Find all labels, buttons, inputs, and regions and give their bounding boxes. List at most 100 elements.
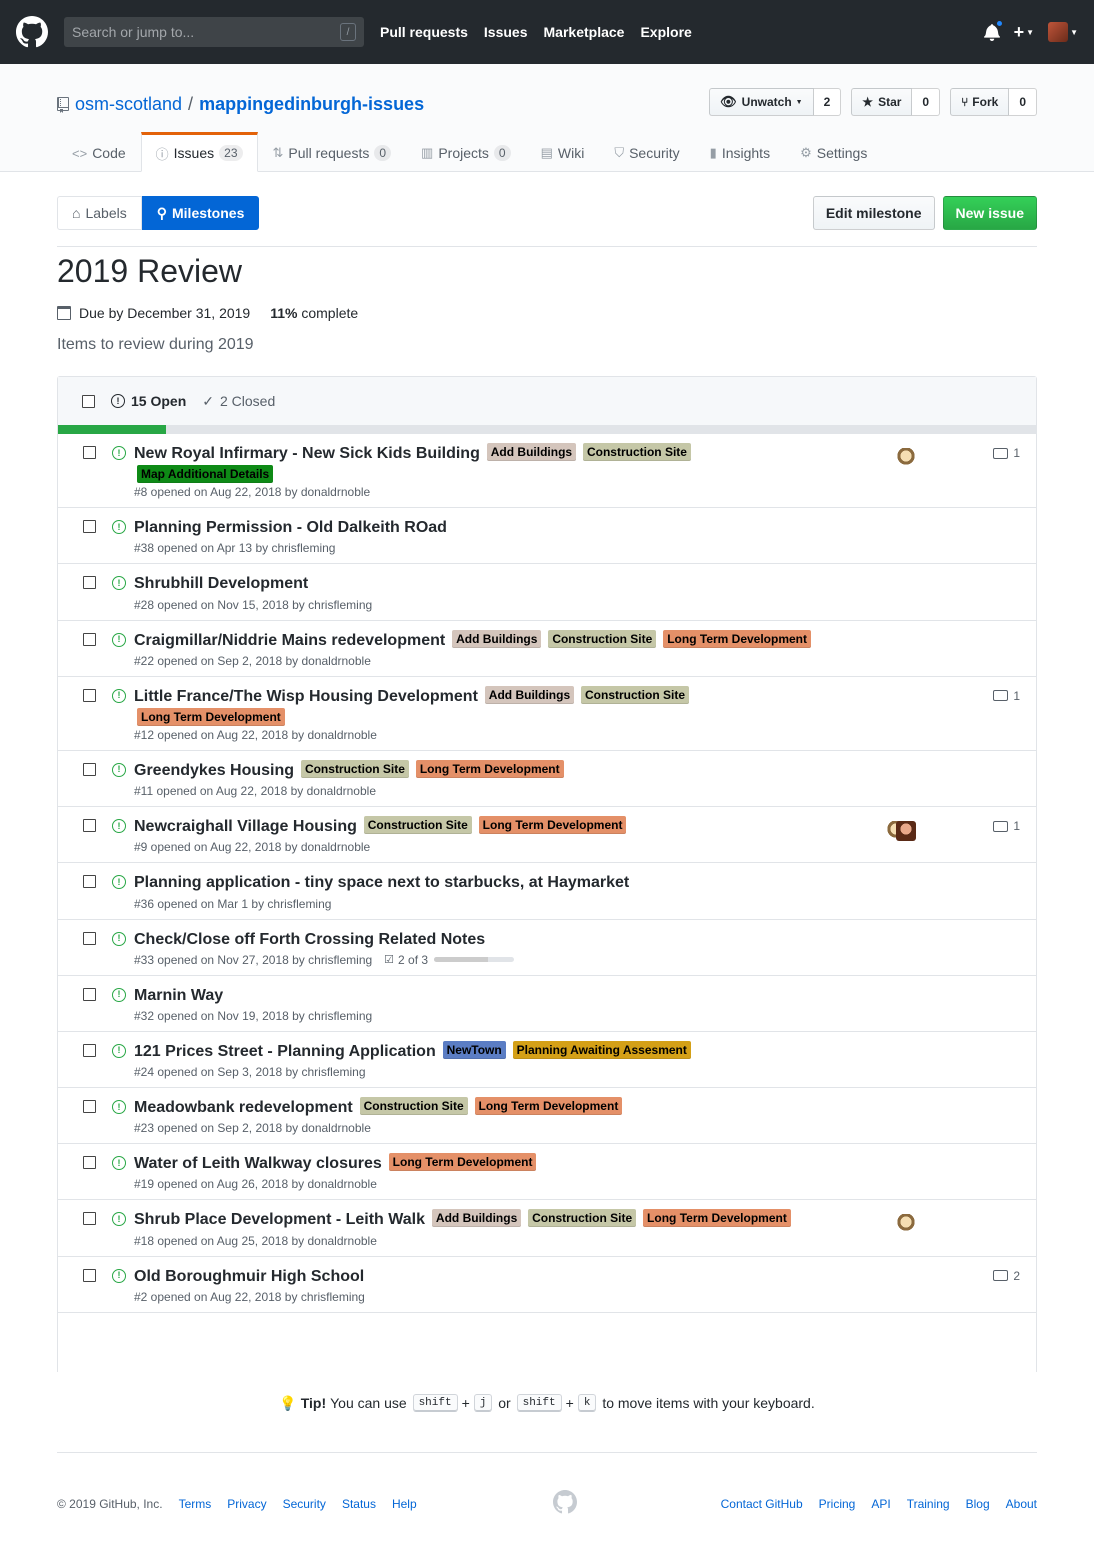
issue-label[interactable]: Long Term Development bbox=[474, 1097, 623, 1116]
assignee-avatars[interactable] bbox=[896, 448, 916, 468]
tab-security[interactable]: ⛉ Security bbox=[599, 132, 694, 172]
tab-insights[interactable]: ▮ Insights bbox=[695, 132, 785, 172]
open-issues-filter[interactable]: ! 15 Open bbox=[111, 393, 186, 409]
assignee-avatars[interactable] bbox=[896, 1214, 916, 1235]
issue-label[interactable]: Map Additional Details bbox=[137, 465, 274, 484]
issue-label[interactable]: Add Buildings bbox=[452, 629, 542, 648]
issue-label[interactable]: Long Term Development bbox=[478, 816, 627, 835]
issue-title-link[interactable]: 121 Prices Street - Planning Application bbox=[134, 1043, 436, 1060]
issue-label[interactable]: Long Term Development bbox=[137, 707, 285, 726]
footer-link-training[interactable]: Training bbox=[907, 1497, 950, 1511]
milestones-tab[interactable]: ⚲ Milestones bbox=[141, 196, 260, 230]
issue-checkbox[interactable] bbox=[83, 1043, 96, 1057]
star-button[interactable]: ★ Star bbox=[851, 88, 913, 116]
github-logo-icon[interactable] bbox=[16, 16, 48, 48]
comment-count[interactable]: 2 bbox=[993, 1269, 1020, 1283]
tab-issues[interactable]: ⓘ Issues 23 bbox=[140, 132, 258, 172]
issue-title-link[interactable]: Newcraighall Village Housing bbox=[134, 818, 357, 835]
issue-title-link[interactable]: Greendykes Housing bbox=[134, 762, 294, 779]
issue-checkbox[interactable] bbox=[83, 875, 96, 889]
repo-owner-link[interactable]: osm-scotland bbox=[75, 94, 182, 115]
footer-link-blog[interactable]: Blog bbox=[966, 1497, 990, 1511]
stargazers-count[interactable]: 0 bbox=[912, 88, 941, 116]
footer-link-about[interactable]: About bbox=[1006, 1497, 1037, 1511]
issue-label[interactable]: Construction Site bbox=[581, 685, 690, 704]
nav-explore[interactable]: Explore bbox=[640, 24, 691, 40]
issue-checkbox[interactable] bbox=[83, 1268, 96, 1282]
select-all-checkbox[interactable] bbox=[82, 394, 95, 408]
comment-count[interactable]: 1 bbox=[993, 819, 1020, 833]
watchers-count[interactable]: 2 bbox=[813, 88, 842, 116]
footer-link-privacy[interactable]: Privacy bbox=[227, 1497, 266, 1511]
issue-title-link[interactable]: Shrub Place Development - Leith Walk bbox=[134, 1211, 425, 1228]
issue-checkbox[interactable] bbox=[83, 632, 96, 646]
labels-tab[interactable]: ⌂ Labels bbox=[57, 196, 142, 230]
issue-label[interactable]: Add Buildings bbox=[484, 685, 575, 704]
comment-count[interactable]: 1 bbox=[993, 689, 1020, 703]
issue-title-link[interactable]: New Royal Infirmary - New Sick Kids Buil… bbox=[134, 445, 480, 462]
issue-title-link[interactable]: Planning application - tiny space next t… bbox=[134, 874, 629, 891]
assignee-avatars[interactable] bbox=[886, 821, 916, 842]
issue-checkbox[interactable] bbox=[83, 446, 96, 459]
issue-checkbox[interactable] bbox=[83, 1212, 96, 1226]
tab-wiki[interactable]: ▤ Wiki bbox=[526, 132, 600, 172]
nav-marketplace[interactable]: Marketplace bbox=[544, 24, 625, 40]
tab-projects[interactable]: ▥ Projects 0 bbox=[406, 132, 526, 172]
issue-label[interactable]: Construction Site bbox=[300, 759, 409, 778]
tab-code[interactable]: <> Code bbox=[57, 132, 141, 172]
issue-label[interactable]: Long Term Development bbox=[643, 1209, 791, 1228]
issue-title-link[interactable]: Little France/The Wisp Housing Developme… bbox=[134, 688, 478, 705]
footer-link-help[interactable]: Help bbox=[392, 1497, 417, 1511]
issue-label[interactable]: NewTown bbox=[442, 1040, 506, 1059]
issue-label[interactable]: Add Buildings bbox=[486, 443, 577, 461]
footer-link-status[interactable]: Status bbox=[342, 1497, 376, 1511]
issue-title-link[interactable]: Marnin Way bbox=[134, 987, 223, 1004]
issue-checkbox[interactable] bbox=[83, 520, 96, 534]
issue-title-link[interactable]: Meadowbank redevelopment bbox=[134, 1099, 353, 1116]
issue-label[interactable]: Long Term Development bbox=[663, 629, 812, 648]
issue-checkbox[interactable] bbox=[83, 1100, 96, 1114]
issue-title-link[interactable]: Water of Leith Walkway closures bbox=[134, 1155, 382, 1172]
issue-label[interactable]: Construction Site bbox=[363, 816, 472, 835]
issue-checkbox[interactable] bbox=[83, 1156, 96, 1170]
footer-link-security[interactable]: Security bbox=[283, 1497, 326, 1511]
nav-issues[interactable]: Issues bbox=[484, 24, 528, 40]
issue-checkbox[interactable] bbox=[83, 987, 96, 1001]
forks-count[interactable]: 0 bbox=[1009, 88, 1037, 116]
watch-button[interactable]: 👁 Unwatch ▼ bbox=[709, 88, 814, 116]
issue-checkbox[interactable] bbox=[83, 576, 96, 590]
issue-checkbox[interactable] bbox=[83, 819, 96, 833]
repo-name-link[interactable]: mappingedinburgh-issues bbox=[199, 94, 424, 115]
footer-link-api[interactable]: API bbox=[871, 1497, 890, 1511]
issue-label[interactable]: Construction Site bbox=[548, 629, 657, 648]
issue-checkbox[interactable] bbox=[83, 688, 96, 702]
search-input[interactable]: Search or jump to... / bbox=[64, 17, 364, 47]
issue-title-link[interactable]: Craigmillar/Niddrie Mains redevelopment bbox=[134, 632, 445, 649]
issue-label[interactable]: Construction Site bbox=[582, 443, 691, 461]
create-new-dropdown[interactable]: + ▼ bbox=[1014, 22, 1034, 43]
comment-count[interactable]: 1 bbox=[993, 446, 1020, 460]
issue-title-link[interactable]: Shrubhill Development bbox=[134, 575, 308, 592]
new-issue-button[interactable]: New issue bbox=[942, 196, 1037, 230]
issue-label[interactable]: Construction Site bbox=[528, 1209, 637, 1228]
issue-title-link[interactable]: Old Boroughmuir High School bbox=[134, 1268, 364, 1285]
issue-label[interactable]: Add Buildings bbox=[431, 1209, 522, 1228]
issue-label[interactable]: Long Term Development bbox=[388, 1153, 537, 1172]
edit-milestone-button[interactable]: Edit milestone bbox=[812, 196, 935, 230]
issue-title-link[interactable]: Planning Permission - Old Dalkeith ROad bbox=[134, 519, 447, 536]
closed-issues-filter[interactable]: ✓ 2 Closed bbox=[202, 393, 275, 410]
notifications-bell-icon[interactable] bbox=[983, 19, 1004, 41]
fork-button[interactable]: ⑂ Fork bbox=[950, 88, 1010, 116]
nav-pull-requests[interactable]: Pull requests bbox=[380, 24, 468, 40]
tab-pull-requests[interactable]: ⇅ Pull requests 0 bbox=[258, 132, 407, 172]
footer-link-pricing[interactable]: Pricing bbox=[819, 1497, 856, 1511]
tab-settings[interactable]: ⚙ Settings bbox=[785, 132, 882, 172]
github-mark-icon[interactable] bbox=[553, 1490, 577, 1514]
issue-label[interactable]: Planning Awaiting Assesment bbox=[512, 1040, 691, 1059]
issue-checkbox[interactable] bbox=[83, 762, 96, 776]
user-menu-dropdown[interactable]: ▼ bbox=[1048, 22, 1078, 42]
footer-link-contact[interactable]: Contact GitHub bbox=[721, 1497, 803, 1511]
issue-title-link[interactable]: Check/Close off Forth Crossing Related N… bbox=[134, 931, 485, 948]
issue-label[interactable]: Long Term Development bbox=[415, 759, 564, 778]
issue-label[interactable]: Construction Site bbox=[359, 1097, 468, 1116]
